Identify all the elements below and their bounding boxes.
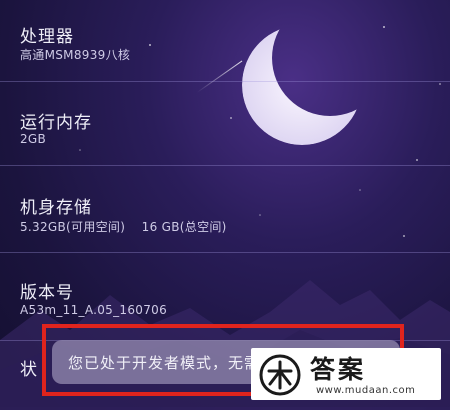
- mudaan-logo-icon: [259, 354, 301, 396]
- storage-label: 机身存储: [20, 198, 92, 218]
- status-label[interactable]: 状: [20, 355, 37, 380]
- ram-value: 2GB: [20, 132, 47, 146]
- build-number-label: 版本号: [20, 283, 74, 303]
- processor-value: 高通MSM8939八核: [20, 48, 131, 62]
- watermark-title: 答案: [310, 355, 367, 384]
- list-item-processor[interactable]: 处理器 高通MSM8939八核: [0, 0, 450, 82]
- processor-label: 处理器: [20, 27, 74, 47]
- device-info-list: 处理器 高通MSM8939八核 运行内存 2GB 机身存储 5.32GB(可用空…: [0, 0, 450, 341]
- watermark-url: www.mudaan.com: [316, 385, 416, 396]
- list-item-storage[interactable]: 机身存储 5.32GB(可用空间) 16 GB(总空间): [0, 166, 450, 253]
- storage-value: 5.32GB(可用空间) 16 GB(总空间): [20, 220, 227, 234]
- ram-label: 运行内存: [20, 113, 92, 133]
- build-number-value: A53m_11_A.05_160706: [20, 303, 168, 317]
- list-item-ram[interactable]: 运行内存 2GB: [0, 82, 450, 166]
